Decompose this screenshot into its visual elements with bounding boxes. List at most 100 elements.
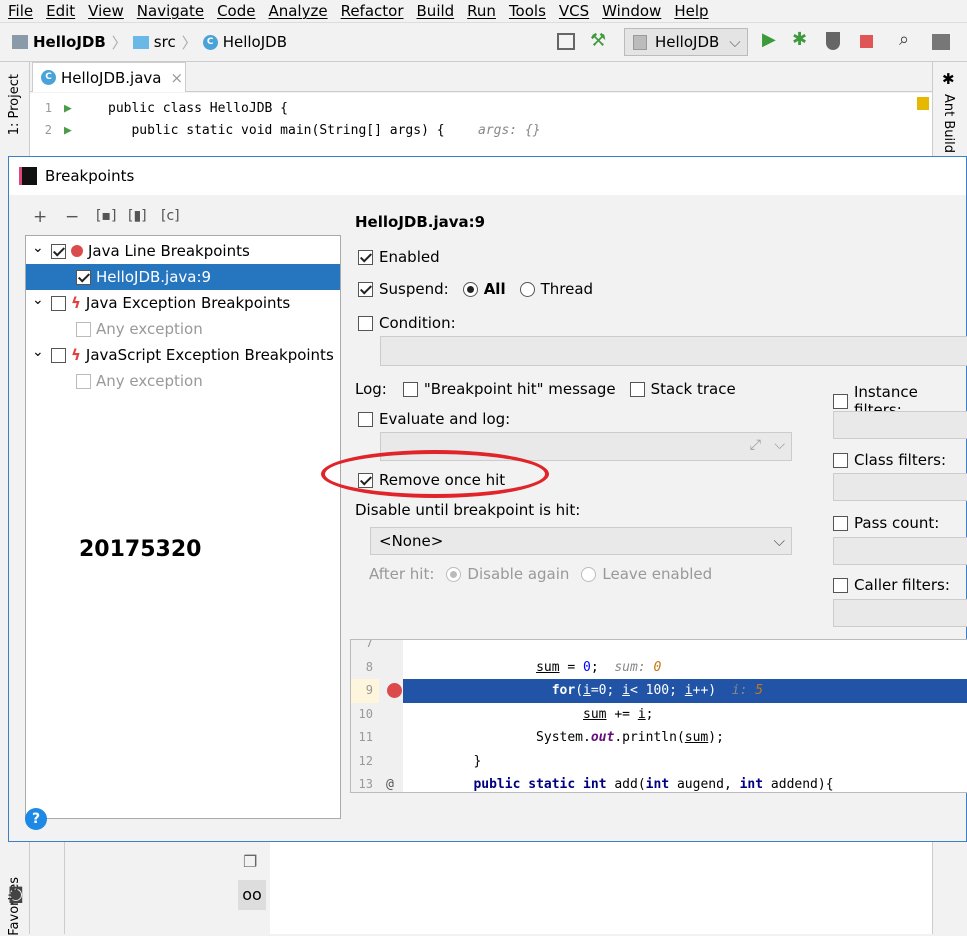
breadcrumb-src[interactable]: src bbox=[132, 33, 176, 51]
checkbox[interactable] bbox=[51, 243, 66, 259]
caller-filters-checkbox[interactable]: Caller filters: bbox=[833, 576, 950, 594]
close-icon[interactable]: × bbox=[170, 69, 183, 87]
chevron-down-icon[interactable]: ⌄ bbox=[32, 292, 46, 308]
tree-item[interactable]: Any exception bbox=[26, 316, 340, 342]
chevron-down-icon: ⌵ bbox=[729, 33, 741, 51]
enabled-checkbox[interactable]: Enabled bbox=[358, 248, 440, 266]
copy-icon[interactable]: ❐ bbox=[243, 852, 257, 871]
chevron-down-icon[interactable]: ⌵ bbox=[774, 437, 785, 453]
stop-icon[interactable] bbox=[860, 35, 873, 48]
add-icon[interactable]: + bbox=[33, 207, 47, 227]
code-preview: 78 sum = 0; sum: 09 for(i=0; i< 100; i++… bbox=[350, 639, 967, 793]
pass-count-checkbox[interactable]: Pass count: bbox=[833, 514, 939, 532]
camera-icon[interactable]: ◙ bbox=[8, 884, 24, 903]
menu-item-help[interactable]: Help bbox=[674, 2, 708, 20]
checkbox[interactable] bbox=[76, 373, 91, 389]
checkbox[interactable] bbox=[358, 411, 373, 427]
code-text: public static void main(String[] args) { bbox=[108, 123, 445, 138]
chevron-down-icon[interactable]: ⌄ bbox=[32, 240, 46, 256]
suspend-checkbox[interactable]: Suspend: All Thread bbox=[358, 280, 593, 298]
disable-until-select[interactable]: <None> ⌵ bbox=[370, 527, 792, 555]
menu-item-view[interactable]: View bbox=[88, 2, 124, 20]
checkbox[interactable] bbox=[76, 321, 91, 337]
stack-trace-checkbox[interactable] bbox=[629, 381, 645, 397]
group-by-class-icon[interactable]: [c] bbox=[161, 208, 180, 224]
menu-item-analyze[interactable]: Analyze bbox=[268, 2, 327, 20]
menu-item-run[interactable]: Run bbox=[467, 2, 496, 20]
menu-item-file[interactable]: File bbox=[8, 2, 33, 20]
breadcrumb-label: HelloJDB bbox=[33, 33, 106, 51]
project-structure-icon[interactable] bbox=[932, 34, 950, 50]
suspend-all-radio[interactable] bbox=[462, 281, 478, 297]
run-window-icon[interactable] bbox=[557, 33, 575, 50]
label: Pass count: bbox=[854, 514, 940, 532]
menu-item-build[interactable]: Build bbox=[417, 2, 455, 20]
chevron-down-icon[interactable]: ⌄ bbox=[32, 344, 46, 360]
build-hammer-icon[interactable]: ⚒ bbox=[590, 30, 606, 51]
pass-count-input[interactable] bbox=[833, 537, 967, 565]
group-by-package-icon[interactable]: [▪] bbox=[96, 208, 116, 224]
breadcrumb-class[interactable]: C HelloJDB bbox=[202, 33, 287, 51]
checkbox[interactable] bbox=[76, 269, 91, 285]
checkbox[interactable] bbox=[358, 249, 373, 265]
code-token: } bbox=[403, 753, 482, 769]
bp-hit-message-checkbox[interactable] bbox=[402, 381, 418, 397]
code-editor[interactable]: 1 ▶ public class HelloJDB {2 ▶ public stati… bbox=[30, 93, 932, 158]
checkbox[interactable] bbox=[51, 295, 66, 311]
glasses-icon[interactable]: oo bbox=[238, 880, 266, 910]
coverage-icon[interactable] bbox=[826, 32, 840, 50]
condition-input[interactable] bbox=[380, 336, 967, 366]
class-filters-checkbox[interactable]: Class filters: bbox=[833, 451, 946, 469]
tree-item[interactable]: ⌄ ϟ JavaScript Exception Breakpoints bbox=[26, 342, 340, 368]
condition-checkbox[interactable]: Condition: bbox=[358, 314, 456, 332]
tree-item[interactable]: HelloJDB.java:9 bbox=[26, 264, 340, 290]
checkbox[interactable] bbox=[358, 281, 373, 297]
breakpoint-check-icon[interactable] bbox=[387, 683, 402, 698]
caller-filters-input[interactable] bbox=[833, 599, 967, 627]
class-filters-input[interactable] bbox=[833, 473, 967, 501]
checkbox[interactable] bbox=[358, 315, 373, 331]
menu-item-refactor[interactable]: Refactor bbox=[341, 2, 404, 20]
run-gutter-icon[interactable]: ▶ bbox=[64, 119, 72, 143]
tree-item[interactable]: ⌄ ϟ Java Exception Breakpoints bbox=[26, 290, 340, 316]
code-token: add( bbox=[606, 777, 646, 792]
disable-again-radio[interactable] bbox=[446, 566, 462, 582]
code-token: i bbox=[637, 706, 646, 722]
checkbox[interactable] bbox=[833, 452, 848, 468]
label: Disable again bbox=[467, 565, 570, 583]
breadcrumb-project[interactable]: HelloJDB bbox=[12, 33, 106, 51]
remove-icon[interactable]: − bbox=[65, 207, 79, 227]
run-icon[interactable]: ▶ bbox=[762, 29, 776, 50]
menu-item-window[interactable]: Window bbox=[602, 2, 661, 20]
leave-enabled-radio[interactable] bbox=[581, 566, 597, 582]
suspend-thread-radio[interactable] bbox=[519, 281, 535, 297]
debug-bug-icon[interactable]: ✱ bbox=[792, 29, 807, 50]
tree-item[interactable]: Any exception bbox=[26, 368, 340, 394]
menu-item-vcs[interactable]: VCS bbox=[559, 2, 589, 20]
ant-build-tool-tab[interactable]: Ant Build bbox=[941, 94, 956, 153]
search-icon[interactable]: ⌕ bbox=[899, 29, 909, 50]
chevron-down-icon: ⌵ bbox=[773, 532, 785, 550]
expand-icon[interactable]: ⤢ bbox=[750, 437, 761, 453]
code-token: static bbox=[528, 777, 576, 792]
run-gutter-icon[interactable]: ▶ bbox=[64, 97, 72, 121]
run-config-select[interactable]: HelloJDB ⌵ bbox=[624, 28, 748, 56]
project-tool-tab[interactable]: 1: Project bbox=[7, 74, 22, 135]
debug-panel bbox=[270, 842, 932, 934]
checkbox[interactable] bbox=[833, 515, 848, 531]
checkbox[interactable] bbox=[833, 393, 848, 409]
checkbox[interactable] bbox=[51, 347, 66, 363]
group-by-file-icon[interactable]: [▮] bbox=[128, 208, 147, 224]
tree-item[interactable]: ⌄ Java Line Breakpoints bbox=[26, 238, 340, 264]
menu-item-code[interactable]: Code bbox=[217, 2, 255, 20]
menu-item-tools[interactable]: Tools bbox=[509, 2, 546, 20]
instance-filters-input[interactable] bbox=[833, 411, 967, 439]
evaluate-log-checkbox[interactable]: Evaluate and log: bbox=[358, 410, 510, 428]
menu-item-navigate[interactable]: Navigate bbox=[137, 2, 204, 20]
menu-item-edit[interactable]: Edit bbox=[46, 2, 75, 20]
editor-tab[interactable]: C HelloJDB.java × bbox=[32, 62, 186, 92]
help-button[interactable]: ? bbox=[25, 808, 47, 830]
checkbox[interactable] bbox=[833, 577, 848, 593]
